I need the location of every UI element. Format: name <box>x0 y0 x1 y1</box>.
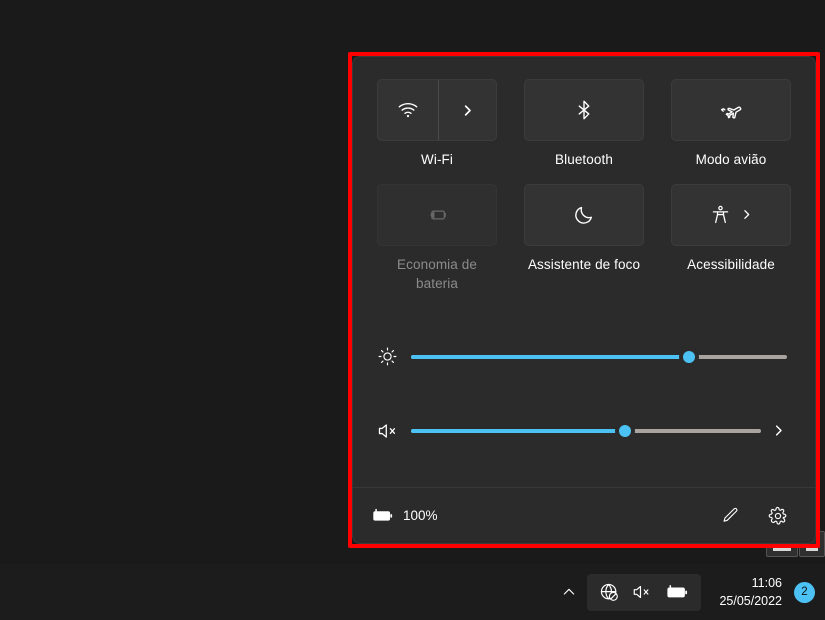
wifi-expand-button[interactable] <box>438 80 496 140</box>
pencil-icon <box>721 506 740 525</box>
brightness-slider-thumb[interactable] <box>680 347 699 366</box>
quick-setting-accessibility: Acessibilidade <box>671 183 791 294</box>
battery-saver-label: Economia de bateria <box>397 256 477 292</box>
quick-settings-row: Economia de bateria Assistente de foco A… <box>377 183 791 294</box>
chevron-right-icon <box>771 423 786 438</box>
quick-settings-panel: Wi-Fi Bluetooth Modo avião Economia de b… <box>352 56 816 544</box>
focus-assist-tile[interactable] <box>524 183 644 246</box>
system-tray-icons[interactable] <box>587 573 702 611</box>
quick-setting-bluetooth: Bluetooth <box>524 79 644 170</box>
bluetooth-label: Bluetooth <box>555 152 613 167</box>
quick-settings-row: Wi-Fi Bluetooth Modo avião <box>377 79 791 170</box>
accessibility-tile[interactable] <box>671 183 791 246</box>
wifi-toggle-button[interactable] <box>378 80 438 140</box>
wifi-tile[interactable] <box>377 79 497 141</box>
volume-muted-icon[interactable] <box>632 583 653 601</box>
volume-muted-icon[interactable] <box>377 421 411 441</box>
volume-slider[interactable] <box>411 420 761 442</box>
accessibility-expand-chevron[interactable] <box>740 208 753 221</box>
moon-icon <box>573 204 595 226</box>
gear-icon <box>768 506 788 526</box>
brightness-slider[interactable] <box>411 346 787 368</box>
battery-status[interactable]: 100% <box>371 507 438 524</box>
window-title-line <box>806 548 818 551</box>
edit-quick-settings-button[interactable] <box>713 499 747 533</box>
bluetooth-tile[interactable] <box>524 79 644 141</box>
show-hidden-icons-button[interactable] <box>555 575 583 609</box>
battery-charging-icon[interactable] <box>665 583 689 601</box>
quick-setting-wifi: Wi-Fi <box>377 79 497 170</box>
quick-setting-airplane-mode: Modo avião <box>671 79 791 170</box>
accessibility-icon <box>710 204 731 226</box>
focus-assist-label: Assistente de foco <box>527 256 641 272</box>
taskbar: 11:06 25/05/2022 2 <box>0 564 825 620</box>
volume-slider-row <box>377 404 791 458</box>
taskbar-clock[interactable]: 11:06 25/05/2022 <box>719 574 782 610</box>
volume-output-expand-button[interactable] <box>765 423 791 438</box>
clock-time: 11:06 <box>751 575 782 590</box>
quick-setting-battery-saver: Economia de bateria <box>377 183 497 294</box>
bluetooth-icon <box>573 99 595 121</box>
globe-no-internet-icon[interactable] <box>599 582 620 603</box>
brightness-slider-row <box>377 330 791 384</box>
brightness-slider-fill <box>411 354 690 359</box>
quick-settings-tile-grid: Wi-Fi Bluetooth Modo avião Economia de b… <box>353 57 815 314</box>
chevron-right-icon <box>740 208 753 221</box>
wifi-label: Wi-Fi <box>421 152 453 167</box>
quick-settings-sliders <box>353 314 815 458</box>
wifi-icon <box>397 99 419 121</box>
battery-saver-icon <box>424 204 450 226</box>
quick-settings-footer: 100% <box>353 487 815 543</box>
battery-charging-icon <box>371 507 394 524</box>
airplane-mode-label: Modo avião <box>695 152 767 167</box>
window-title-line <box>773 548 791 551</box>
notification-count-badge[interactable]: 2 <box>794 581 815 603</box>
battery-percent-label: 100% <box>403 508 438 523</box>
volume-slider-fill <box>411 428 625 433</box>
chevron-right-icon <box>460 103 475 118</box>
quick-setting-focus-assist: Assistente de foco <box>524 183 644 294</box>
airplane-icon <box>719 98 743 122</box>
volume-slider-thumb[interactable] <box>615 421 634 440</box>
open-settings-button[interactable] <box>761 499 795 533</box>
chevron-up-icon <box>561 584 577 600</box>
battery-saver-tile[interactable] <box>377 183 497 246</box>
accessibility-label: Acessibilidade <box>687 256 775 272</box>
clock-date: 25/05/2022 <box>719 594 782 608</box>
brightness-sun-icon <box>377 346 411 367</box>
airplane-mode-tile[interactable] <box>671 79 791 141</box>
